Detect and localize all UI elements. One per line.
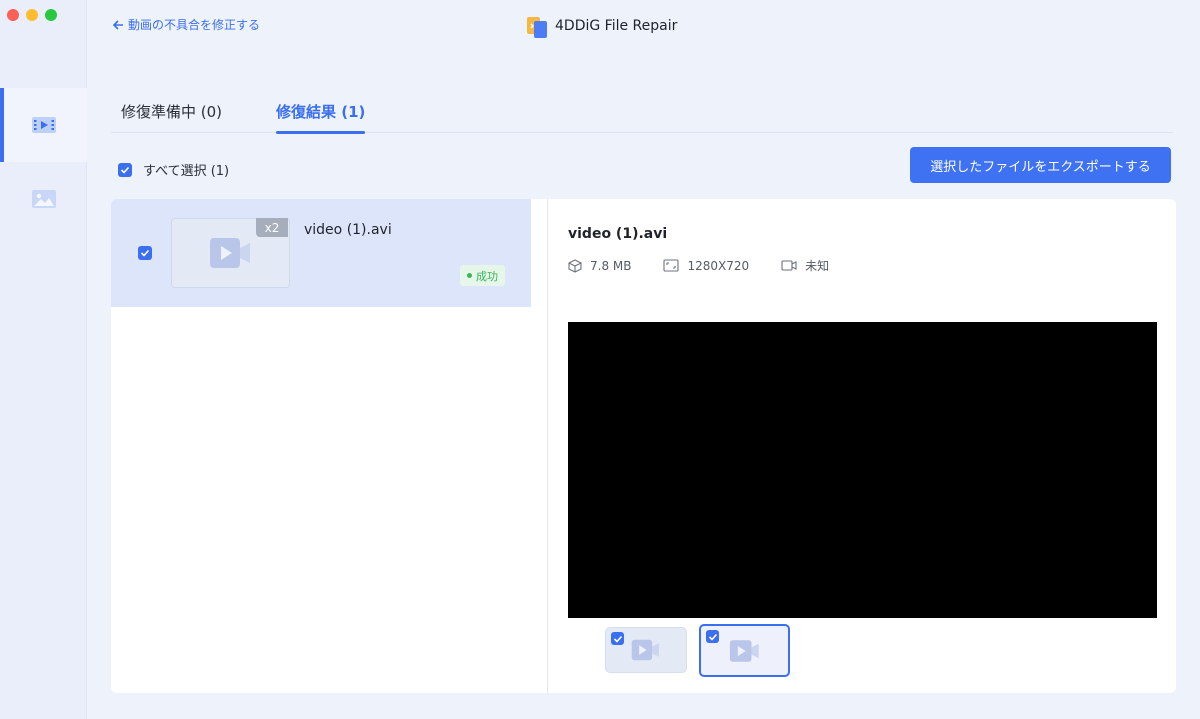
file-metadata: 7.8 MB 1280X720 未知 (568, 257, 861, 274)
title-bar: 動画の不具合を修正する 4DDiG File Repair (87, 0, 1200, 52)
arrow-left-icon (112, 19, 123, 30)
photo-icon (31, 190, 56, 208)
preview-frame-2[interactable] (699, 624, 790, 677)
app-title: 4DDiG File Repair (527, 14, 677, 38)
video-file-icon (729, 639, 759, 662)
preview-frame-1[interactable] (605, 627, 687, 673)
status-dot-icon (467, 273, 472, 278)
tab-bar: 修復準備中 (0) 修復結果 (1) (111, 97, 1173, 134)
file-list: x2 video (1).avi 成功 (111, 199, 548, 693)
select-all: すべて選択 (1) (118, 160, 229, 179)
count-badge: x2 (256, 218, 288, 237)
cube-icon (568, 258, 582, 273)
status-label: 成功 (476, 269, 498, 283)
select-all-label: すべて選択 (1) (143, 164, 230, 179)
sidebar-item-photo-repair[interactable] (0, 162, 87, 236)
video-preview-player[interactable] (568, 322, 1157, 618)
frame-checkbox[interactable] (611, 632, 624, 645)
minimize-window-button[interactable] (26, 9, 38, 21)
select-all-checkbox[interactable] (118, 162, 132, 177)
video-camera-icon (781, 260, 797, 271)
checkmark-icon (140, 249, 150, 257)
video-file-icon (209, 238, 250, 268)
meta-duration-value: 未知 (805, 259, 830, 273)
app-logo-icon (527, 17, 547, 38)
app-title-text: 4DDiG File Repair (555, 18, 678, 34)
file-detail: video (1).avi 7.8 MB 1280X720 未知 (549, 199, 1176, 693)
tab-results[interactable]: 修復結果 (1) (276, 101, 366, 134)
close-window-button[interactable] (7, 9, 19, 21)
results-panel: x2 video (1).avi 成功 video (1).avi 7.8 MB (111, 199, 1176, 693)
tab-preparing[interactable]: 修復準備中 (0) (121, 101, 222, 133)
meta-resolution-value: 1280X720 (687, 258, 750, 273)
sidebar-item-video-repair[interactable] (0, 88, 87, 162)
status-badge: 成功 (460, 265, 505, 286)
sidebar (0, 0, 87, 719)
checkmark-icon (613, 635, 622, 643)
resolution-icon (663, 259, 680, 272)
file-checkbox[interactable] (138, 246, 152, 260)
back-link[interactable]: 動画の不具合を修正する (112, 16, 260, 33)
video-file-icon (631, 639, 659, 661)
meta-duration: 未知 (781, 257, 829, 274)
meta-size-value: 7.8 MB (590, 258, 632, 273)
checkmark-icon (708, 633, 717, 641)
meta-resolution: 1280X720 (663, 257, 749, 274)
maximize-window-button[interactable] (45, 9, 57, 21)
checkmark-icon (120, 166, 130, 174)
file-name: video (1).avi (304, 222, 392, 238)
export-selected-button[interactable]: 選択したファイルをエクスポートする (910, 147, 1171, 183)
video-repair-icon (31, 117, 56, 133)
meta-size: 7.8 MB (568, 257, 631, 274)
back-link-label: 動画の不具合を修正する (128, 18, 261, 32)
list-item[interactable]: x2 video (1).avi 成功 (111, 199, 531, 307)
frame-checkbox[interactable] (706, 630, 719, 643)
window-controls (7, 9, 57, 21)
detail-title: video (1).avi (568, 226, 668, 242)
